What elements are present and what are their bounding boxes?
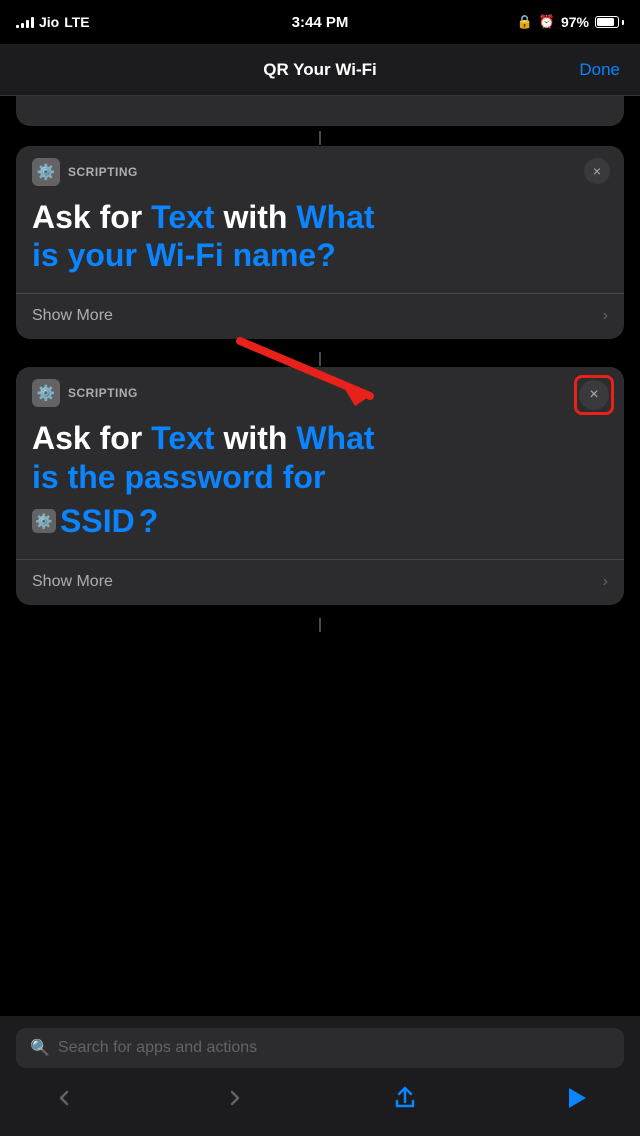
connector-2 [0, 351, 640, 367]
card-2-show-more-label: Show More [32, 573, 113, 591]
card-2-text: Ask for Text with What is the password f… [32, 419, 608, 540]
search-icon: 🔍 [30, 1038, 50, 1058]
status-bar: Jio LTE 3:44 PM 🔒 ⏰ 97% [0, 0, 640, 44]
card-2-close-highlighted[interactable]: × [574, 375, 614, 415]
card-1-with: with [223, 199, 287, 235]
share-button[interactable] [387, 1080, 423, 1116]
forward-button[interactable] [217, 1080, 253, 1116]
status-right: 🔒 ⏰ 97% [517, 14, 624, 30]
card-1-close-button[interactable]: × [584, 158, 610, 184]
card-2-header: ⚙️ SCRIPTING [16, 367, 624, 415]
forward-icon [223, 1086, 247, 1110]
connector-3 [0, 617, 640, 633]
signal-icon [16, 16, 34, 28]
back-button[interactable] [46, 1080, 82, 1116]
status-left: Jio LTE [16, 14, 90, 30]
card-2-body: Ask for Text with What is the password f… [16, 415, 624, 552]
card-2-ssid-label: SSID [60, 502, 135, 540]
card-2-ssid-chip[interactable]: ⚙️ SSID ? [32, 502, 158, 540]
card-1-icon: ⚙️ [32, 158, 60, 186]
card-2-text-blue[interactable]: Text [151, 420, 214, 456]
page-title: QR Your Wi-Fi [263, 60, 377, 80]
play-button[interactable] [558, 1080, 594, 1116]
top-partial-card [16, 96, 624, 126]
card-2-show-more[interactable]: Show More › [16, 559, 624, 605]
card-1-ask-for: Ask for [32, 199, 142, 235]
bottom-section: 🔍 Search for apps and actions [0, 1016, 640, 1136]
back-icon [52, 1086, 76, 1110]
bottom-toolbar [16, 1068, 624, 1136]
search-bar[interactable]: 🔍 Search for apps and actions [16, 1028, 624, 1068]
close-icon: × [593, 163, 601, 179]
card-1-text-blue[interactable]: Text [151, 199, 214, 235]
alarm-icon: ⏰ [539, 14, 555, 30]
lock-icon: 🔒 [517, 14, 533, 30]
card-1-chevron-icon: › [603, 307, 608, 325]
share-icon [392, 1085, 418, 1111]
ssid-gear-icon: ⚙️ [32, 509, 56, 533]
card-1-header: ⚙️ SCRIPTING [16, 146, 624, 194]
card-1-question[interactable]: is your Wi-Fi name? [32, 237, 336, 273]
carrier-label: Jio [39, 14, 59, 30]
card-1: ⚙️ SCRIPTING × Ask for Text with What is… [16, 146, 624, 339]
done-button[interactable]: Done [579, 60, 620, 80]
card-1-body: Ask for Text with What is your Wi-Fi nam… [16, 194, 624, 287]
close-icon-2: × [589, 386, 598, 404]
card-1-show-more[interactable]: Show More › [16, 293, 624, 339]
connector-area [0, 351, 640, 367]
gear-icon: ⚙️ [37, 163, 56, 181]
card-2-password-text[interactable]: is the password for [32, 459, 325, 495]
card-2-chevron-icon: › [603, 573, 608, 591]
search-placeholder: Search for apps and actions [58, 1039, 257, 1057]
play-icon [563, 1085, 589, 1111]
card-2-ssid-suffix: ? [139, 502, 159, 540]
card-2-ask-for: Ask for [32, 420, 142, 456]
card-1-text: Ask for Text with What is your Wi-Fi nam… [32, 198, 608, 275]
nav-bar: QR Your Wi-Fi Done [0, 44, 640, 96]
card-2-what-blue[interactable]: What [296, 420, 374, 456]
network-label: LTE [64, 14, 89, 30]
battery-percent: 97% [561, 14, 589, 30]
card-1-category: SCRIPTING [68, 165, 138, 179]
card-2: ⚙️ SCRIPTING × Ask for Text with What is… [16, 367, 624, 605]
card-2-category: SCRIPTING [68, 386, 138, 400]
card-1-what-blue[interactable]: What [296, 199, 374, 235]
card-2-close-button[interactable]: × [579, 380, 609, 410]
battery-icon [595, 16, 624, 28]
card-2-with: with [223, 420, 287, 456]
card-2-icon: ⚙️ [32, 379, 60, 407]
card-1-show-more-label: Show More [32, 307, 113, 325]
gear-icon-2: ⚙️ [37, 384, 56, 402]
connector-1 [0, 130, 640, 146]
main-content: ⚙️ SCRIPTING × Ask for Text with What is… [0, 96, 640, 633]
status-time: 3:44 PM [292, 14, 349, 31]
